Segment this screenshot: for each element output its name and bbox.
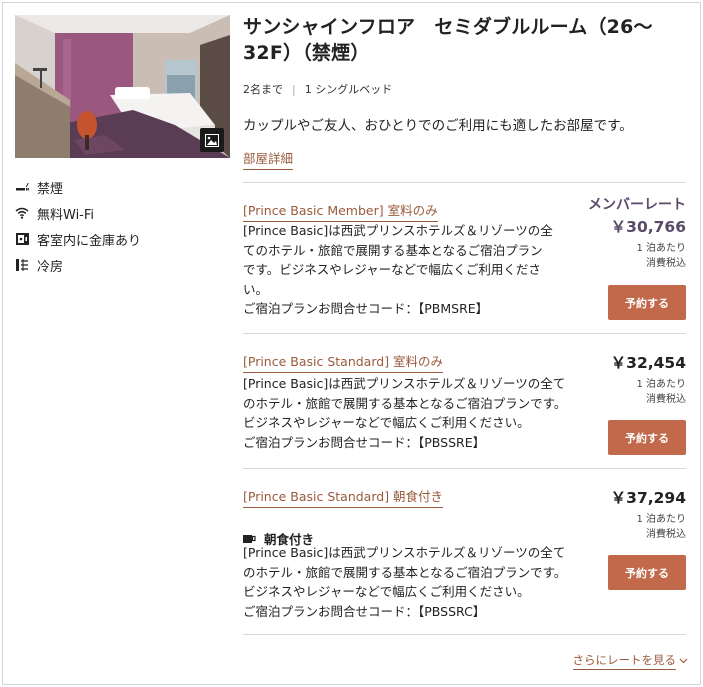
more-rates-link[interactable]: さらにレートを見る (572, 652, 689, 670)
meta-divider: | (292, 82, 296, 96)
price-block: メンバーレート ￥30,766 1 泊あたり 消費税込 (588, 194, 686, 271)
rate-plan: [Prince Basic Standard] 室料のみ [Prince Bas… (243, 333, 686, 467)
plan-description-line: のホテル・旅館で展開する基本となるご宿泊プランです。 (243, 395, 567, 411)
reserve-button[interactable]: 予約する (608, 420, 686, 455)
plan-description-line: [Prince Basic]は西武プリンスホテルズ＆リゾーツの全て (243, 376, 566, 391)
air-conditioning-icon (15, 258, 29, 272)
room-bed-type: 1 シングルベッド (304, 83, 393, 96)
per-night-label: 1 泊あたり (636, 243, 686, 254)
price-block: ￥37,294 1 泊あたり 消費税込 (611, 485, 686, 542)
amenity-label: 客室内に金庫あり (37, 233, 142, 249)
per-night-label: 1 泊あたり (636, 514, 686, 525)
amenity-label: 禁煙 (37, 181, 64, 197)
room-title-line-2: 32F）（禁煙） (243, 42, 370, 64)
rate-plan: [Prince Basic Standard] 朝食付き 朝食付き [Princ… (243, 468, 686, 634)
amenity-air-conditioning: 冷房 (15, 252, 235, 278)
room-description: カップルやご友人、おひとりでのご利用にも適したお部屋です。 (243, 118, 633, 134)
divider (243, 634, 686, 635)
per-night-label: 1 泊あたり (636, 379, 686, 390)
room-photo-image (15, 15, 230, 158)
amenity-wifi: 無料Wi-Fi (15, 200, 235, 226)
plan-price: ￥30,766 (610, 218, 686, 236)
plan-inquiry-code: ご宿泊プランお問合せコード：【PBMSRE】 (243, 301, 489, 316)
member-rate-label: メンバーレート (588, 197, 686, 213)
plan-description-line: てのホテル・旅館で展開する基本となるご宿泊プラン (243, 242, 543, 258)
gallery-icon (205, 133, 219, 147)
amenity-label: 冷房 (37, 259, 64, 275)
plan-name-link[interactable]: [Prince Basic Member] 室料のみ (243, 200, 438, 222)
plan-description-line: い。 (243, 281, 269, 297)
room-title: サンシャインフロア セミダブルルーム（26〜 32F）（禁煙） (243, 14, 686, 66)
plan-inquiry-code: ご宿泊プランお問合せコード：【PBSSRE】 (243, 434, 486, 450)
tax-included-label: 消費税込 (646, 258, 686, 269)
plan-price: ￥37,294 (610, 489, 686, 507)
price-block: ￥32,454 1 泊あたり 消費税込 (611, 350, 686, 407)
plan-description-line: [Prince Basic]は西武プリンスホテルズ＆リゾーツの全 (243, 223, 553, 238)
plan-price: ￥32,454 (610, 354, 686, 372)
room-detail-link[interactable]: 部屋詳細 (243, 148, 294, 170)
tax-included-label: 消費税込 (646, 529, 686, 540)
room-meta: 2名まで | 1 シングルベッド (243, 81, 686, 97)
plan-name-link[interactable]: [Prince Basic Standard] 室料のみ (243, 351, 444, 373)
plan-name-link[interactable]: [Prince Basic Standard] 朝食付き (243, 486, 444, 508)
room-capacity: 2名まで (243, 83, 283, 96)
plan-description-line: [Prince Basic]は西武プリンスホテルズ＆リゾーツの全て (243, 545, 566, 560)
room-header: サンシャインフロア セミダブルルーム（26〜 32F）（禁煙） 2名まで | 1… (243, 14, 686, 170)
plan-description: [Prince Basic]は西武プリンスホテルズ＆リゾーツの全 てのホテル・旅… (243, 221, 553, 319)
plan-description-line: のホテル・旅館で展開する基本となるご宿泊プランです。 (243, 564, 567, 580)
room-photo[interactable] (15, 15, 230, 158)
room-title-line-1: サンシャインフロア セミダブルルーム（26〜 (243, 16, 653, 38)
plan-description-line: ビジネスやレジャーなどで幅広くご利用ください。 (243, 415, 530, 430)
amenity-no-smoking: 禁煙 (15, 174, 235, 200)
safe-icon (15, 232, 29, 246)
rate-plan: [Prince Basic Member] 室料のみ [Prince Basic… (243, 182, 686, 332)
wifi-icon (15, 206, 29, 220)
plan-inquiry-code: ご宿泊プランお問合せコード：【PBSSRC】 (243, 603, 486, 619)
gallery-button[interactable] (200, 128, 224, 152)
chevron-down-icon (679, 658, 688, 664)
reserve-button[interactable]: 予約する (608, 285, 686, 320)
reserve-button[interactable]: 予約する (608, 555, 686, 590)
coffee-cup-icon (243, 534, 256, 544)
amenity-safe: 客室内に金庫あり (15, 226, 235, 252)
amenity-list: 禁煙 無料Wi-Fi 客室内に金庫あり 冷房 (15, 174, 235, 278)
plan-description-line: ビジネスやレジャーなどで幅広くご利用ください。 (243, 584, 530, 599)
plan-description: [Prince Basic]は西武プリンスホテルズ＆リゾーツの全て のホテル・旅… (243, 374, 566, 452)
plan-description-line: です。ビジネスやレジャーなどで幅広くご利用くださ (243, 262, 541, 277)
more-rates-label: さらにレートを見る (572, 652, 676, 670)
plan-description: [Prince Basic]は西武プリンスホテルズ＆リゾーツの全て のホテル・旅… (243, 543, 566, 621)
no-smoking-icon (15, 180, 29, 194)
amenity-label: 無料Wi-Fi (37, 207, 95, 223)
tax-included-label: 消費税込 (646, 394, 686, 405)
